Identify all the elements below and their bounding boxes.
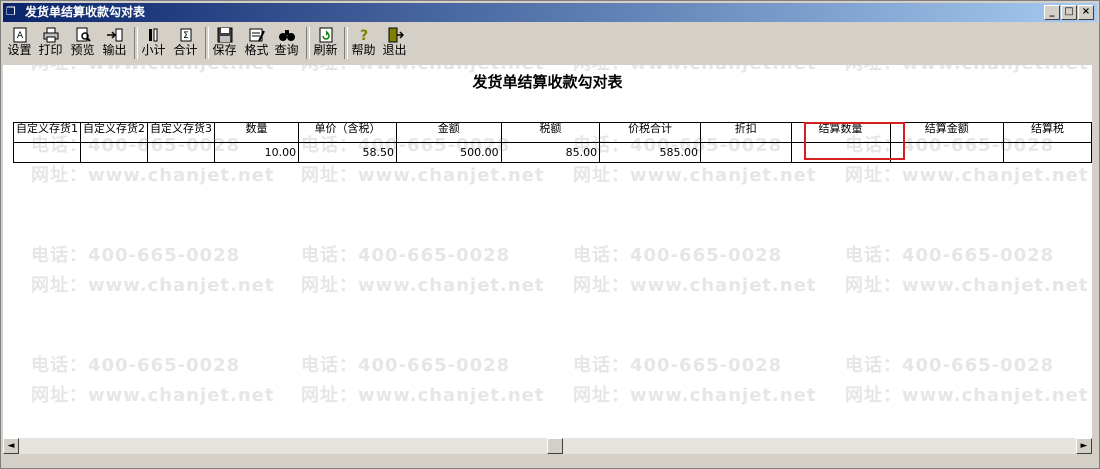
watermark-site: 网址：www.chanjet.net: [31, 165, 275, 186]
table-cell[interactable]: 58.50: [298, 142, 398, 163]
watermark-phone: 电话：400-665-0028: [301, 245, 511, 266]
svg-text:A: A: [16, 31, 23, 41]
total-icon: Σ: [180, 28, 191, 42]
report-window: ❐ 发货单结算收款勾对表 _ □ × A 设置 打印 预览 输出 小计 Σ 合计…: [0, 0, 1100, 469]
svg-text:Σ: Σ: [183, 31, 189, 41]
highlight-box: [804, 122, 905, 160]
close-button[interactable]: ×: [1078, 5, 1094, 20]
subtotal-button[interactable]: 小计: [139, 26, 168, 60]
watermark-site: 网址：www.chanjet.net: [573, 275, 817, 296]
column-header[interactable]: 金额: [396, 122, 502, 143]
print-button[interactable]: 打印: [36, 26, 65, 60]
watermark-site: 网址：www.chanjet.net: [845, 385, 1089, 406]
column-header[interactable]: 自定义存货1: [13, 122, 81, 143]
maximize-button[interactable]: □: [1061, 5, 1077, 20]
setup-button[interactable]: A 设置: [6, 26, 33, 60]
export-button[interactable]: 输出: [100, 26, 129, 60]
toolbar-separator: [344, 27, 348, 59]
watermark-site: 网址：www.chanjet.net: [301, 385, 545, 406]
watermark-site: 网址：www.chanjet.net: [845, 275, 1089, 296]
column-header[interactable]: 单价（含税）: [298, 122, 398, 143]
title-bar: ❐ 发货单结算收款勾对表 _ □ ×: [3, 3, 1097, 22]
preview-button[interactable]: 预览: [68, 26, 97, 60]
table-header-row: 自定义存货1 自定义存货2 自定义存货3 数量 单价（含税） 金额 税额 价税合…: [13, 122, 1092, 143]
watermark-phone: 电话：400-665-0028: [301, 355, 511, 376]
column-header[interactable]: 结算金额: [889, 122, 1004, 143]
table-cell[interactable]: [13, 142, 81, 163]
format-icon: [249, 28, 265, 42]
help-icon: ?: [359, 28, 367, 43]
toolbar-separator: [306, 27, 310, 59]
exit-door-icon: [388, 27, 404, 43]
minimize-button[interactable]: _: [1044, 5, 1060, 20]
watermark-phone: 电话：400-665-0028: [573, 355, 783, 376]
table-cell[interactable]: [1002, 142, 1092, 163]
refresh-button[interactable]: 刷新: [311, 26, 340, 60]
toolbar: A 设置 打印 预览 输出 小计 Σ 合计 保存 格式 查询 刷新 ? 帮助 退…: [3, 24, 1097, 64]
watermark-phone: 电话：400-665-0028: [845, 355, 1055, 376]
column-header[interactable]: 折扣: [700, 122, 792, 143]
column-header[interactable]: 价税合计: [599, 122, 702, 143]
window-controls: _ □ ×: [1043, 5, 1094, 20]
total-button[interactable]: Σ 合计: [171, 26, 200, 60]
watermark-site: 网址：www.chanjet.net: [573, 385, 817, 406]
watermark-phone: 电话：400-665-0028: [31, 355, 241, 376]
watermark-site: 网址：www.chanjet.net: [301, 275, 545, 296]
column-header[interactable]: 数量: [213, 122, 300, 143]
vertical-scroll-edge: [1092, 65, 1098, 454]
watermark-site: 网址：www.chanjet.net: [31, 385, 275, 406]
table-cell[interactable]: [80, 142, 148, 163]
toolbar-separator: [134, 27, 138, 59]
scroll-thumb[interactable]: [547, 438, 563, 454]
save-button[interactable]: 保存: [210, 26, 239, 60]
refresh-icon: [319, 27, 332, 43]
table-cell[interactable]: [147, 142, 215, 163]
column-header[interactable]: 自定义存货3: [147, 122, 215, 143]
exit-button[interactable]: 退出: [380, 26, 409, 60]
table-cell[interactable]: 500.00: [396, 142, 502, 163]
toolbar-separator: [205, 27, 209, 59]
column-header[interactable]: 税额: [500, 122, 601, 143]
table-cell[interactable]: 585.00: [599, 142, 702, 163]
format-button[interactable]: 格式: [242, 26, 271, 60]
scroll-left-button[interactable]: ◄: [3, 438, 19, 454]
window-title: 发货单结算收款勾对表: [25, 5, 146, 19]
binoculars-icon: [278, 30, 295, 41]
scroll-right-button[interactable]: ►: [1076, 438, 1092, 454]
floppy-disk-icon: [217, 27, 232, 43]
table-cell[interactable]: [889, 142, 1004, 163]
watermark-phone: 电话：400-665-0028: [31, 245, 241, 266]
subtotal-icon: [148, 28, 157, 42]
watermark-site: 网址：www.chanjet.net: [301, 165, 545, 186]
watermark-phone: 电话：400-665-0028: [845, 245, 1055, 266]
column-header[interactable]: 自定义存货2: [80, 122, 148, 143]
table-cell[interactable]: [700, 142, 792, 163]
help-button[interactable]: ? 帮助: [349, 26, 378, 60]
printer-icon: [43, 27, 58, 43]
horizontal-scrollbar[interactable]: ◄ ►: [3, 438, 1092, 454]
table-row[interactable]: 10.00 58.50 500.00 85.00 585.00: [13, 142, 1092, 163]
watermark-phone: 电话：400-665-0028: [573, 245, 783, 266]
watermark-site: 网址：www.chanjet.net: [31, 275, 275, 296]
watermark-site: 网址：www.chanjet.net: [573, 165, 817, 186]
table-cell[interactable]: 85.00: [500, 142, 601, 163]
table-cell[interactable]: 10.00: [213, 142, 300, 163]
setup-icon: A: [13, 27, 26, 43]
app-icon: ❐: [6, 5, 16, 18]
report-area: 电话：400-665-0028 电话：400-665-0028 电话：400-6…: [3, 65, 1092, 438]
svg-text:?: ?: [359, 28, 367, 43]
column-header[interactable]: 结算税: [1002, 122, 1092, 143]
export-icon: [106, 28, 122, 42]
watermark-site: 网址：www.chanjet.net: [845, 165, 1089, 186]
preview-icon: [76, 27, 91, 42]
report-title: 发货单结算收款勾对表: [472, 73, 623, 91]
report-table: 自定义存货1 自定义存货2 自定义存货3 数量 单价（含税） 金额 税额 价税合…: [13, 122, 1092, 163]
query-button[interactable]: 查询: [272, 26, 301, 60]
